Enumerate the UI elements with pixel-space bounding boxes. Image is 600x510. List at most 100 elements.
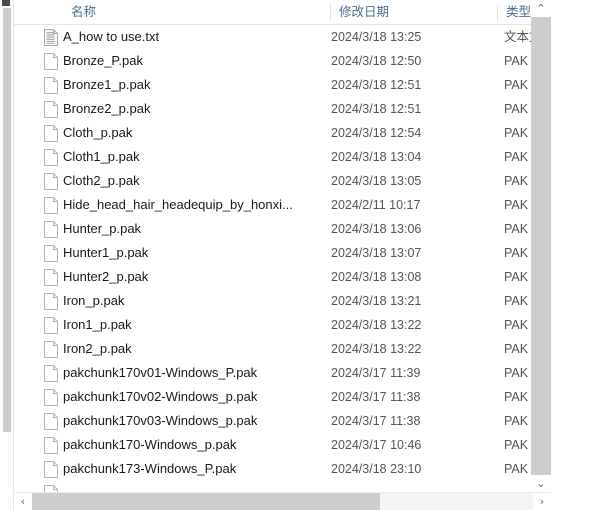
file-name-cell[interactable]: Iron2_p.pak — [63, 337, 323, 361]
file-date-modified-cell: 2024/3/18 12:51 — [331, 102, 422, 116]
blank-file-icon — [44, 341, 58, 358]
file-date-modified-cell: 2024/3/17 11:39 — [331, 366, 421, 380]
file-name-cell[interactable]: Hunter_p.pak — [63, 217, 323, 241]
file-date-modified-cell: 2024/3/18 13:22 — [331, 342, 422, 356]
table-row[interactable]: Hunter_p.pak 2024/3/18 13:06 PAK 文 — [14, 217, 531, 241]
table-row[interactable]: pakchunk170v03-Windows_p.pak 2024/3/17 11… — [14, 409, 531, 433]
parent-panel-scrollbar-thumb[interactable] — [3, 8, 11, 432]
file-type-cell: PAK 文 — [504, 270, 531, 284]
table-row[interactable]: Cloth2_p.pak 2024/3/18 13:05 PAK 文 — [14, 169, 531, 193]
file-explorer-details-pane: 名称 修改日期 类型 A_how to use.txt 2024/3/18 13:… — [0, 0, 600, 510]
file-name-cell[interactable]: Cloth_p.pak — [63, 121, 323, 145]
column-header-name[interactable]: 名称 — [63, 0, 330, 24]
scroll-right-arrow-icon[interactable]: › — [533, 493, 551, 510]
table-row[interactable]: Bronze2_p.pak 2024/3/18 12:51 PAK 文 — [14, 97, 531, 121]
blank-file-icon — [44, 197, 58, 214]
table-row[interactable]: Cloth_p.pak 2024/3/18 12:54 PAK 文 — [14, 121, 531, 145]
file-type-cell: PAK 文 — [504, 150, 531, 164]
table-row[interactable]: Iron2_p.pak 2024/3/18 13:22 PAK 文 — [14, 337, 531, 361]
file-name-cell[interactable]: Iron_p.pak — [63, 289, 323, 313]
file-name-cell[interactable]: A_how to use.txt — [63, 25, 323, 49]
file-name-cell[interactable]: Cloth2_p.pak — [63, 169, 323, 193]
file-type-cell: PAK 文 — [504, 198, 531, 212]
file-type-cell: PAK 文 — [504, 366, 531, 380]
file-name-cell[interactable]: Cloth1_p.pak — [63, 145, 323, 169]
file-type-cell: PAK 文 — [504, 318, 531, 332]
table-row[interactable]: Hide_head_hair_headequip_by_honxi... 2024… — [14, 193, 531, 217]
table-row[interactable]: pakchunk170-Windows_p.pak 2024/3/17 10:46… — [14, 433, 531, 457]
file-name-cell[interactable]: pakchunk173-Windows_P.pak — [63, 457, 323, 481]
table-row[interactable]: pakchunk170v01-Windows_P.pak 2024/3/17 11… — [14, 361, 531, 385]
chevron-left-icon: ‹ — [20, 495, 26, 508]
parent-panel-scrollbar[interactable] — [0, 0, 14, 510]
blank-file-icon — [44, 53, 58, 70]
file-date-modified-cell: 2024/3/18 13:06 — [331, 222, 422, 236]
file-type-cell: PAK 文 — [504, 438, 531, 452]
file-name-cell[interactable]: Hunter2_p.pak — [63, 265, 323, 289]
file-name-cell[interactable]: pakchunk170v01-Windows_P.pak — [63, 361, 323, 385]
file-name-cell[interactable]: Iron1_p.pak — [63, 313, 323, 337]
table-row[interactable]: pakchunk173-Windows_P.pak 2024/3/18 23:10… — [14, 457, 531, 481]
column-header-date-modified[interactable]: 修改日期 — [331, 0, 498, 24]
file-type-cell: PAK 文 — [504, 342, 531, 356]
file-list-rows: A_how to use.txt 2024/3/18 13:25 文本文 Bronze… — [14, 25, 531, 492]
file-date-modified-cell: 2024/3/17 11:38 — [331, 390, 421, 404]
vertical-scrollbar[interactable]: ⌃ ⌄ — [531, 0, 551, 492]
table-row[interactable]: A_how to use.txt 2024/3/18 13:25 文本文 — [14, 25, 531, 49]
blank-file-icon — [44, 461, 58, 478]
chevron-down-icon: ⌄ — [536, 477, 546, 490]
scroll-down-arrow-icon[interactable]: ⌄ — [531, 475, 551, 492]
chevron-up-icon: ⌃ — [536, 2, 546, 15]
file-date-modified-cell: 2024/3/18 13:08 — [331, 270, 422, 284]
file-date-modified-cell: 2024/3/18 13:25 — [331, 30, 422, 44]
file-list-viewport: 名称 修改日期 类型 A_how to use.txt 2024/3/18 13:… — [14, 0, 531, 492]
table-row[interactable]: Cloth1_p.pak 2024/3/18 13:04 PAK 文 — [14, 145, 531, 169]
file-date-modified-cell: 2024/3/18 13:04 — [331, 150, 422, 164]
file-date-modified-cell: 2024/2/11 10:17 — [331, 198, 421, 212]
blank-file-icon — [44, 173, 58, 190]
file-name-cell[interactable]: pakchunk170v02-Windows_p.pak — [63, 385, 323, 409]
table-row[interactable]: Iron_p.pak 2024/3/18 13:21 PAK 文 — [14, 289, 531, 313]
file-date-modified-cell: 2024/3/18 13:21 — [331, 294, 422, 308]
vertical-scrollbar-track[interactable] — [531, 17, 551, 483]
table-row[interactable]: Hunter2_p.pak 2024/3/18 13:08 PAK 文 — [14, 265, 531, 289]
table-row[interactable]: Bronze1_p.pak 2024/3/18 12:51 PAK 文 — [14, 73, 531, 97]
text-file-icon — [44, 29, 58, 46]
column-header-type[interactable]: 类型 — [498, 0, 531, 24]
parent-panel-scrollbar-nub — [2, 0, 10, 6]
file-date-modified-cell: 2024/3/17 11:38 — [331, 414, 421, 428]
blank-file-icon — [44, 101, 58, 118]
horizontal-scrollbar-track[interactable] — [32, 493, 533, 510]
blank-file-icon — [44, 293, 58, 310]
table-row[interactable]: Hunter1_p.pak 2024/3/18 13:07 PAK 文 — [14, 241, 531, 265]
blank-file-icon — [44, 317, 58, 334]
file-name-cell[interactable]: Bronze2_p.pak — [63, 97, 323, 121]
file-name-cell[interactable]: Bronze1_p.pak — [63, 73, 323, 97]
file-name-cell[interactable]: Hide_head_hair_headequip_by_honxi... — [63, 193, 323, 217]
table-row[interactable]: Iron1_p.pak 2024/3/18 13:22 PAK 文 — [14, 313, 531, 337]
file-type-cell: PAK 文 — [504, 390, 531, 404]
file-date-modified-cell: 2024/3/18 13:07 — [331, 246, 422, 260]
scroll-left-arrow-icon[interactable]: ‹ — [14, 493, 32, 510]
file-name-cell[interactable]: pakchunk170v03-Windows_p.pak — [63, 409, 323, 433]
table-row[interactable]: Bronze_P.pak 2024/3/18 12:50 PAK 文 — [14, 49, 531, 73]
scroll-up-arrow-icon[interactable]: ⌃ — [531, 0, 551, 17]
blank-file-icon — [44, 485, 58, 492]
table-row[interactable] — [14, 481, 531, 492]
table-row[interactable]: pakchunk170v02-Windows_p.pak 2024/3/17 11… — [14, 385, 531, 409]
file-name-cell[interactable] — [63, 481, 323, 492]
file-date-modified-cell: 2024/3/17 10:46 — [331, 438, 422, 452]
vertical-scrollbar-thumb[interactable] — [531, 17, 551, 483]
file-type-cell: PAK 文 — [504, 294, 531, 308]
file-date-modified-cell: 2024/3/18 13:22 — [331, 318, 422, 332]
horizontal-scrollbar-thumb[interactable] — [32, 493, 380, 510]
blank-file-icon — [44, 269, 58, 286]
file-date-modified-cell — [331, 481, 491, 492]
file-type-cell: PAK 文 — [504, 78, 531, 92]
blank-file-icon — [44, 77, 58, 94]
file-name-cell[interactable]: Hunter1_p.pak — [63, 241, 323, 265]
file-name-cell[interactable]: pakchunk170-Windows_p.pak — [63, 433, 323, 457]
column-header-row: 名称 修改日期 类型 — [14, 0, 531, 25]
file-name-cell[interactable]: Bronze_P.pak — [63, 49, 323, 73]
horizontal-scrollbar[interactable]: ‹ › — [14, 492, 551, 510]
